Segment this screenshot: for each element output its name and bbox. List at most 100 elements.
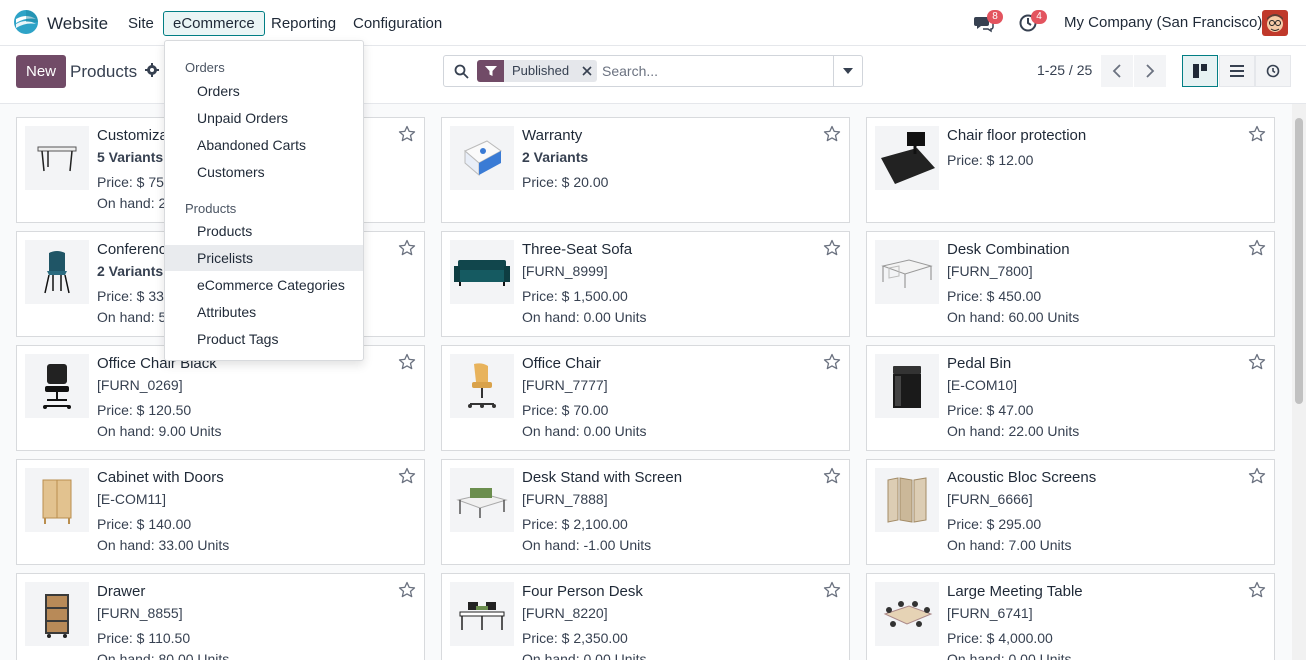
product-name: Large Meeting Table [947, 583, 1083, 600]
favorite-star-icon[interactable] [823, 125, 841, 143]
menu-ecommerce[interactable]: eCommerce [163, 11, 265, 36]
favorite-star-icon[interactable] [1248, 125, 1266, 143]
product-price: Price: $ 4,000.00 [947, 630, 1053, 646]
favorite-star-icon[interactable] [398, 125, 416, 143]
favorite-star-icon[interactable] [823, 239, 841, 257]
product-subtitle: 2 Variants [97, 263, 164, 279]
menu-reporting[interactable]: Reporting [261, 11, 346, 36]
product-subtitle: [FURN_7777] [522, 377, 608, 393]
product-on-hand: On hand: 9.00 Units [97, 423, 222, 439]
dropdown-item-orders[interactable]: Orders [165, 78, 363, 104]
pager-next-button[interactable] [1134, 55, 1166, 87]
menu-configuration[interactable]: Configuration [343, 11, 452, 36]
product-image [25, 582, 89, 646]
product-price: Price: $ 70.00 [522, 402, 609, 418]
product-card[interactable]: Drawer [FURN_8855] Price: $ 110.50 On hand:… [16, 573, 425, 660]
favorite-star-icon[interactable] [1248, 467, 1266, 485]
product-card[interactable]: Cabinet with Doors [E-COM11] Price: $ 140.… [16, 459, 425, 565]
product-card[interactable]: Office Chair [FURN_7777] Price: $ 70.00 On … [441, 345, 850, 451]
favorite-star-icon[interactable] [398, 467, 416, 485]
app-name[interactable]: Website [47, 14, 108, 34]
activities-badge: 4 [1031, 10, 1047, 24]
kanban-icon [1193, 64, 1207, 78]
search-options-toggle[interactable] [833, 56, 862, 86]
chevron-left-icon [1112, 64, 1121, 78]
favorite-star-icon[interactable] [1248, 581, 1266, 599]
product-card[interactable]: Pedal Bin [E-COM10] Price: $ 47.00 On hand:… [866, 345, 1275, 451]
product-on-hand: On hand: 0.00 Units [947, 651, 1072, 660]
product-price: Price: $ 20.00 [522, 174, 609, 190]
company-switcher[interactable]: My Company (San Francisco) [1064, 14, 1262, 31]
filter-facet-label: Published [504, 60, 578, 82]
remove-facet-icon[interactable] [577, 60, 598, 82]
new-button[interactable]: New [16, 55, 66, 88]
product-card[interactable]: Large Meeting Table [FURN_6741] Price: $ 4… [866, 573, 1275, 660]
product-image [450, 582, 514, 646]
search-icon[interactable] [454, 64, 469, 79]
clock-icon [1266, 64, 1280, 78]
product-price: Price: $ 295.00 [947, 516, 1042, 532]
dropdown-item-products[interactable]: Products [165, 218, 363, 244]
pager-previous-button[interactable] [1101, 55, 1133, 87]
gear-icon[interactable] [145, 63, 159, 77]
product-on-hand: On hand: 60.00 Units [947, 309, 1080, 325]
product-on-hand: On hand: 0.00 Units [522, 651, 647, 660]
menu-site[interactable]: Site [118, 11, 164, 36]
product-card[interactable]: Three-Seat Sofa [FURN_8999] Price: $ 1,500… [441, 231, 850, 337]
product-price: Price: $ 2,350.00 [522, 630, 628, 646]
product-card[interactable]: Chair floor protection Price: $ 12.00 [866, 117, 1275, 223]
dropdown-item-customers[interactable]: Customers [165, 159, 363, 185]
product-name: Four Person Desk [522, 583, 643, 600]
dropdown-item-product-tags[interactable]: Product Tags [165, 326, 363, 352]
vertical-scrollbar[interactable] [1292, 104, 1306, 660]
product-price: Price: $ 1,500.00 [522, 288, 628, 304]
dropdown-item-attributes[interactable]: Attributes [165, 299, 363, 325]
favorite-star-icon[interactable] [1248, 239, 1266, 257]
product-name: Desk Combination [947, 241, 1070, 258]
dropdown-section-header-products: Products [185, 201, 237, 216]
favorite-star-icon[interactable] [398, 581, 416, 599]
product-price: Price: $ 2,100.00 [522, 516, 628, 532]
favorite-star-icon[interactable] [823, 353, 841, 371]
product-on-hand: On hand: 7.00 Units [947, 537, 1072, 553]
dropdown-item-unpaid-orders[interactable]: Unpaid Orders [165, 105, 363, 131]
product-subtitle: [FURN_8855] [97, 605, 183, 621]
website-app-icon[interactable] [13, 9, 39, 35]
product-image [875, 468, 939, 532]
product-card[interactable]: Acoustic Bloc Screens [FURN_6666] Price: $… [866, 459, 1275, 565]
product-card[interactable]: Four Person Desk [FURN_8220] Price: $ 2,35… [441, 573, 850, 660]
favorite-star-icon[interactable] [398, 353, 416, 371]
product-card[interactable]: Desk Combination [FURN_7800] Price: $ 450.… [866, 231, 1275, 337]
product-price: Price: $ 12.00 [947, 152, 1034, 168]
favorite-star-icon[interactable] [398, 239, 416, 257]
dropdown-item-abandoned-carts[interactable]: Abandoned Carts [165, 132, 363, 158]
favorite-star-icon[interactable] [823, 467, 841, 485]
product-card[interactable]: Warranty 2 Variants Price: $ 20.00 [441, 117, 850, 223]
product-subtitle: [E-COM10] [947, 377, 1018, 393]
favorite-star-icon[interactable] [1248, 353, 1266, 371]
kanban-view-button[interactable] [1182, 55, 1218, 87]
product-name: Chair floor protection [947, 127, 1087, 144]
product-card[interactable]: Desk Stand with Screen [FURN_7888] Price: … [441, 459, 850, 565]
product-subtitle: [FURN_6741] [947, 605, 1033, 621]
dropdown-item-ecommerce-categories[interactable]: eCommerce Categories [165, 272, 363, 298]
dropdown-item-pricelists[interactable]: Pricelists [165, 245, 363, 271]
product-subtitle: [E-COM11] [97, 491, 166, 507]
scrollbar-thumb[interactable] [1295, 118, 1303, 404]
list-view-button[interactable] [1219, 55, 1255, 87]
product-name: Drawer [97, 583, 146, 600]
activity-view-button[interactable] [1255, 55, 1291, 87]
product-on-hand: On hand: 0.00 Units [522, 309, 647, 325]
product-subtitle: [FURN_8999] [522, 263, 608, 279]
pager-value[interactable]: 1-25 / 25 [1037, 62, 1092, 78]
user-avatar[interactable] [1262, 10, 1288, 36]
product-subtitle: 5 Variants [97, 149, 164, 165]
search-input[interactable] [602, 61, 832, 81]
product-on-hand: On hand: 22.00 Units [947, 423, 1080, 439]
product-on-hand: On hand: 80.00 Units [97, 651, 230, 660]
product-image [875, 126, 939, 190]
product-on-hand: On hand: 33.00 Units [97, 537, 230, 553]
product-subtitle: 2 Variants [522, 149, 589, 165]
favorite-star-icon[interactable] [823, 581, 841, 599]
product-name: Warranty [522, 127, 583, 144]
